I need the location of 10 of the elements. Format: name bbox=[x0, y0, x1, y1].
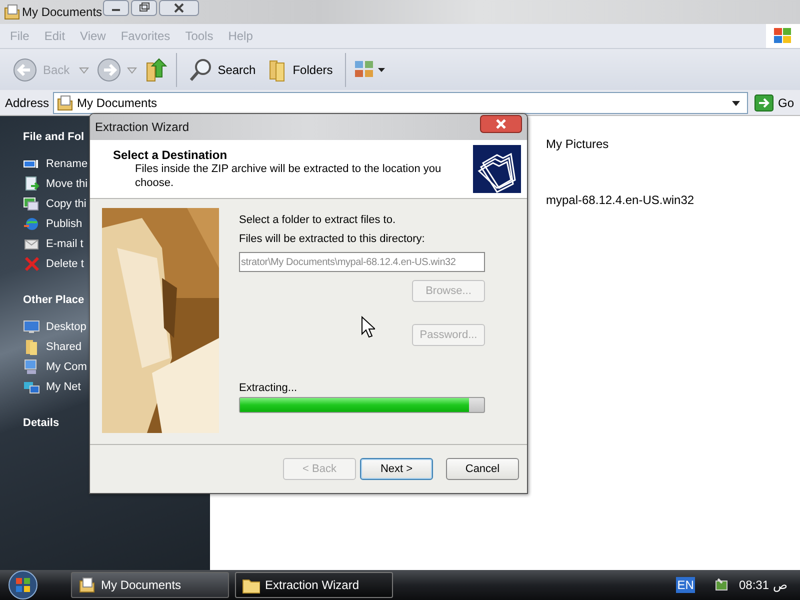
wizard-heading: Select a Destination bbox=[113, 148, 228, 162]
progress-label: Extracting... bbox=[239, 382, 298, 394]
dialog-title: Extraction Wizard bbox=[95, 120, 190, 134]
clock-period: ص bbox=[773, 578, 788, 592]
clock-time: 08:31 bbox=[738, 578, 769, 592]
prompt-text: Select a folder to extract files to. bbox=[239, 214, 397, 226]
address-label: Address bbox=[5, 96, 50, 110]
window-title: My Documents bbox=[22, 5, 102, 19]
wizard-subtitle: Files inside the ZIP archive will be extracted to the location you choose. bbox=[134, 162, 442, 190]
field-label: Files will be extracted to this directory: bbox=[239, 233, 426, 245]
